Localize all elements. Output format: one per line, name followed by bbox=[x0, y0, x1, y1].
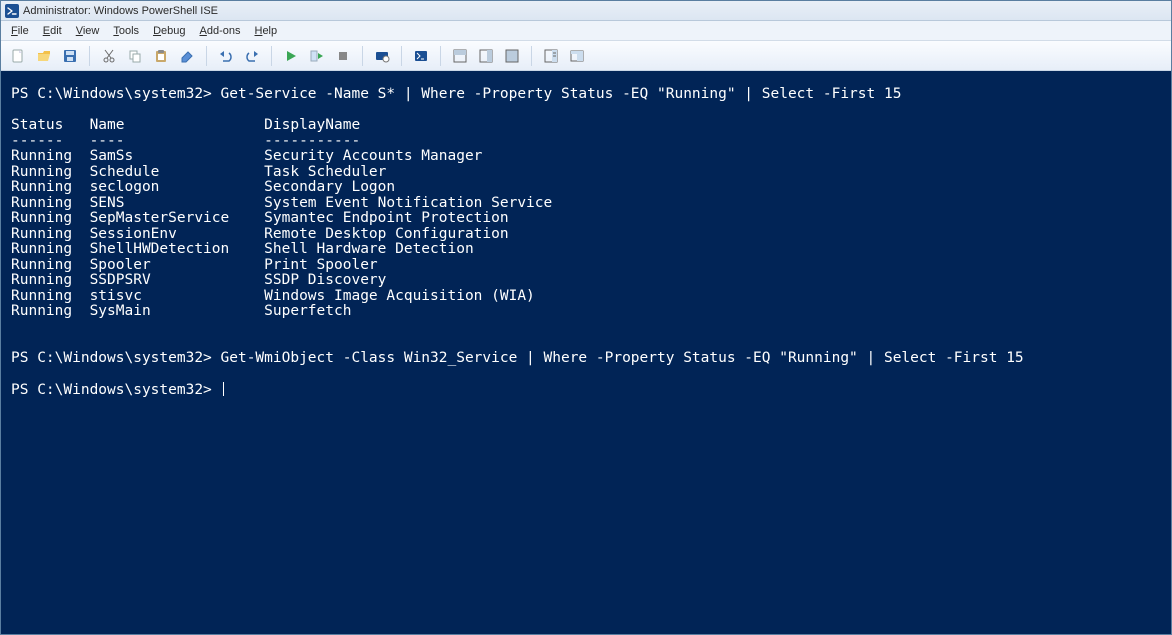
app-window: Administrator: Windows PowerShell ISE Fi… bbox=[0, 0, 1172, 635]
script-pane-right-button[interactable] bbox=[475, 45, 497, 67]
menu-edit[interactable]: Edit bbox=[37, 23, 68, 39]
new-file-button[interactable] bbox=[7, 45, 29, 67]
run-script-button[interactable] bbox=[280, 45, 302, 67]
paste-button[interactable] bbox=[150, 45, 172, 67]
show-command-addon-button[interactable] bbox=[540, 45, 562, 67]
stop-button[interactable] bbox=[332, 45, 354, 67]
menu-addons[interactable]: Add-ons bbox=[194, 23, 247, 39]
toolbar-separator bbox=[401, 46, 402, 66]
prompt-line[interactable]: PS C:\Windows\system32> bbox=[11, 382, 221, 398]
app-icon bbox=[5, 4, 19, 18]
cut-button[interactable] bbox=[98, 45, 120, 67]
menu-file[interactable]: File bbox=[5, 23, 35, 39]
text-cursor bbox=[223, 382, 224, 396]
undo-button[interactable] bbox=[215, 45, 237, 67]
script-pane-max-button[interactable] bbox=[501, 45, 523, 67]
show-command-window-button[interactable] bbox=[566, 45, 588, 67]
save-file-button[interactable] bbox=[59, 45, 81, 67]
redo-button[interactable] bbox=[241, 45, 263, 67]
console-pane[interactable]: PS C:\Windows\system32> Get-Service -Nam… bbox=[1, 71, 1171, 634]
toolbar-separator bbox=[440, 46, 441, 66]
run-selection-button[interactable] bbox=[306, 45, 328, 67]
toolbar-separator bbox=[271, 46, 272, 66]
toolbar-separator bbox=[89, 46, 90, 66]
new-remote-tab-button[interactable] bbox=[371, 45, 393, 67]
menu-debug[interactable]: Debug bbox=[147, 23, 191, 39]
clear-button[interactable] bbox=[176, 45, 198, 67]
titlebar: Administrator: Windows PowerShell ISE bbox=[1, 1, 1171, 21]
toolbar bbox=[1, 41, 1171, 71]
window-title: Administrator: Windows PowerShell ISE bbox=[23, 5, 218, 17]
script-pane-top-button[interactable] bbox=[449, 45, 471, 67]
open-file-button[interactable] bbox=[33, 45, 55, 67]
menu-help[interactable]: Help bbox=[248, 23, 283, 39]
menu-tools[interactable]: Tools bbox=[107, 23, 145, 39]
toolbar-separator bbox=[362, 46, 363, 66]
toolbar-separator bbox=[531, 46, 532, 66]
copy-button[interactable] bbox=[124, 45, 146, 67]
launch-powershell-button[interactable] bbox=[410, 45, 432, 67]
toolbar-separator bbox=[206, 46, 207, 66]
menubar: File Edit View Tools Debug Add-ons Help bbox=[1, 21, 1171, 41]
menu-view[interactable]: View bbox=[70, 23, 106, 39]
